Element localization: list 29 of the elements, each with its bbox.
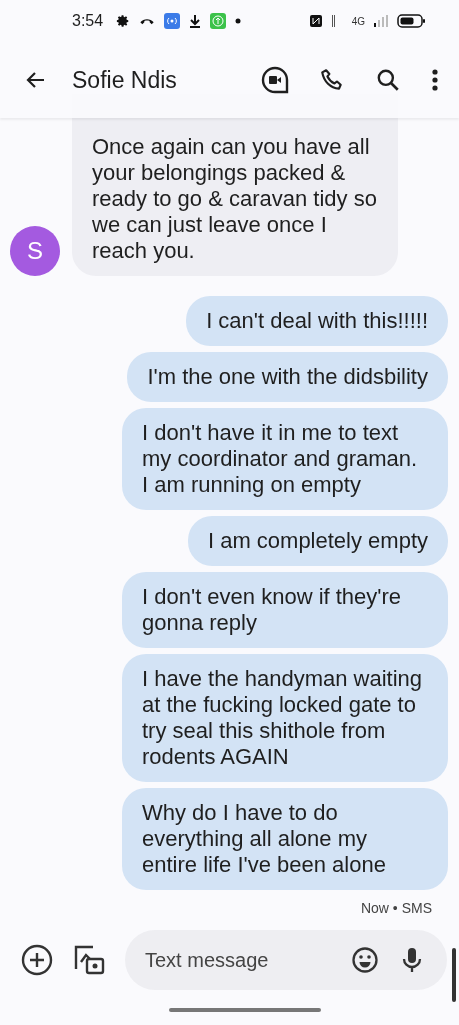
video-call-icon[interactable] — [261, 66, 289, 95]
add-icon[interactable] — [21, 944, 53, 977]
contact-name: Sofie Ndis — [72, 66, 178, 94]
message-bubble: I can't deal with this!!!!! — [186, 296, 448, 347]
emoji-icon[interactable] — [351, 946, 379, 975]
hotspot-icon — [164, 13, 181, 30]
microphone-icon[interactable] — [401, 946, 423, 975]
message-field[interactable]: Text message — [125, 930, 447, 991]
upload-icon — [210, 13, 227, 30]
scrollbar[interactable] — [452, 948, 456, 1002]
message-bubble: I have the handyman waiting at the fucking locked gate to try seal this shithole from rodents AGAIN — [122, 654, 448, 783]
message-bubble: I am completely empty — [187, 516, 448, 567]
message-bubble: I don't have it in me to text my coordinator and graman. I am running on empty — [122, 408, 448, 511]
battery-icon — [397, 14, 425, 29]
timestamp: Now • SMS — [360, 900, 432, 917]
signal-icon — [374, 15, 388, 28]
more-icon[interactable] — [431, 68, 439, 93]
nfc-icon — [308, 14, 323, 29]
message-bubble: I don't even know if they're gonna reply — [122, 572, 448, 649]
message-bubble: I'm the one with the didsbility — [127, 352, 448, 403]
gallery-icon[interactable] — [73, 944, 105, 977]
status-time: 3:54 — [72, 12, 104, 31]
network-type: 4G — [351, 15, 365, 27]
gear-icon — [116, 14, 131, 29]
avatar[interactable]: S — [10, 226, 60, 277]
download-icon — [189, 14, 202, 29]
message-input[interactable]: Text message — [143, 947, 329, 973]
message-bubble: Why do I have to do everything all alone my entire life I've been alone — [122, 788, 448, 891]
dot-icon — [235, 18, 242, 25]
